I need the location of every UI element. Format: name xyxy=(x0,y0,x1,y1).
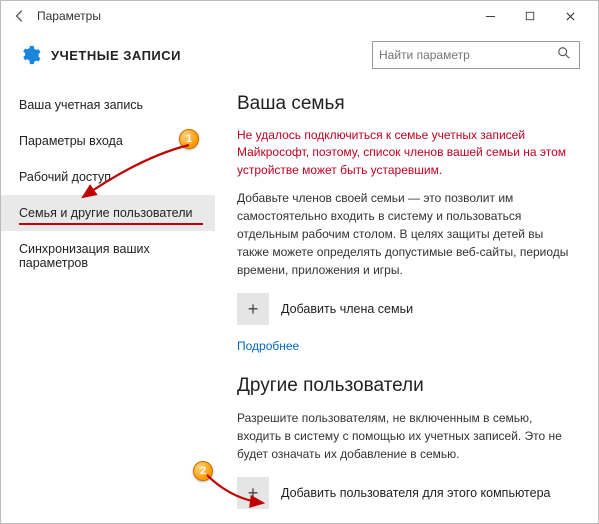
sidebar-item-family-users[interactable]: Семья и другие пользователи xyxy=(1,195,215,231)
add-other-user-button[interactable]: + Добавить пользователя для этого компью… xyxy=(237,477,578,509)
add-family-member-button[interactable]: + Добавить члена семьи xyxy=(237,293,578,325)
sidebar-item-work-access[interactable]: Рабочий доступ xyxy=(1,159,215,195)
plus-icon: + xyxy=(237,293,269,325)
plus-icon: + xyxy=(237,477,269,509)
header-row: УЧЕТНЫЕ ЗАПИСИ xyxy=(1,31,598,79)
sidebar-item-label: Семья и другие пользователи xyxy=(19,206,192,220)
window-title: Параметры xyxy=(37,9,470,23)
family-heading: Ваша семья xyxy=(237,93,578,115)
search-input[interactable] xyxy=(379,48,557,62)
others-description: Разрешите пользователям, не включенным в… xyxy=(237,409,578,463)
add-other-user-label: Добавить пользователя для этого компьюте… xyxy=(281,486,551,500)
maximize-button[interactable] xyxy=(510,1,550,31)
page-title: УЧЕТНЫЕ ЗАПИСИ xyxy=(51,48,372,63)
close-button[interactable] xyxy=(550,1,590,31)
add-family-label: Добавить члена семьи xyxy=(281,302,413,316)
back-button[interactable] xyxy=(9,5,31,27)
title-bar: Параметры xyxy=(1,1,598,31)
sidebar-item-label: Синхронизация ваших параметров xyxy=(19,242,150,270)
family-error-text: Не удалось подключиться к семье учетных … xyxy=(237,127,578,179)
content-pane: Ваша семья Не удалось подключиться к сем… xyxy=(215,79,598,523)
sidebar-item-sync-settings[interactable]: Синхронизация ваших параметров xyxy=(1,231,215,281)
others-heading: Другие пользователи xyxy=(237,375,578,397)
sidebar-item-label: Рабочий доступ xyxy=(19,170,111,184)
search-box[interactable] xyxy=(372,41,580,69)
sidebar-item-signin-options[interactable]: Параметры входа xyxy=(1,123,215,159)
sidebar-item-your-account[interactable]: Ваша учетная запись xyxy=(1,87,215,123)
sidebar-item-label: Ваша учетная запись xyxy=(19,98,143,112)
family-description: Добавьте членов своей семьи — это позвол… xyxy=(237,189,578,279)
sidebar: Ваша учетная запись Параметры входа Рабо… xyxy=(1,79,215,523)
main-area: Ваша учетная запись Параметры входа Рабо… xyxy=(1,79,598,523)
minimize-button[interactable] xyxy=(470,1,510,31)
search-icon xyxy=(557,46,573,65)
more-link[interactable]: Подробнее xyxy=(237,339,299,353)
sidebar-item-label: Параметры входа xyxy=(19,134,123,148)
gear-icon xyxy=(19,44,41,66)
